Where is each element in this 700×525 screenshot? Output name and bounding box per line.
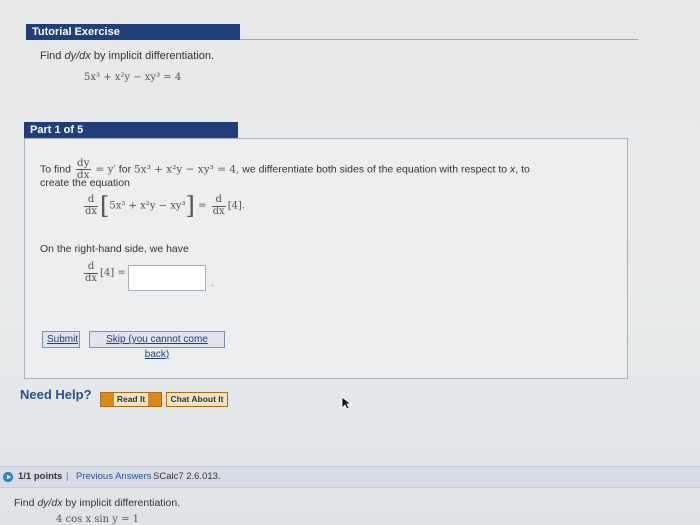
chat-about-it-label: Chat About It (167, 393, 227, 406)
tutorial-exercise-header: Tutorial Exercise (26, 24, 240, 40)
rhs-derivative: d dx [4] = (82, 261, 126, 284)
previous-answers-link[interactable]: Previous Answers (76, 467, 152, 487)
next-problem-suffix: by implicit differentiation. (62, 497, 181, 509)
yprime-equals: = y′ (95, 163, 116, 176)
need-help-label: Need Help? (20, 387, 92, 402)
read-it-label: Read It (113, 393, 149, 406)
rhs-expression: [4] = (100, 267, 126, 279)
separator: | (66, 471, 69, 482)
problem-statement: Find dy/dx by implicit differentiation. (40, 50, 214, 62)
rhs-instruction: On the right-hand side, we have (40, 243, 189, 255)
next-problem-bar: 1/1 points | Previous Answers SCalc7 2.6… (0, 466, 700, 488)
derivative-inner-expression: 5x³ + x²y − xy³ (109, 200, 186, 212)
d-dx-fraction-left: d dx (84, 194, 99, 217)
next-problem-prefix: Find (14, 497, 38, 509)
points-label: 1/1 points (18, 471, 63, 482)
derivative-equals: = (198, 200, 207, 212)
deriv-denominator-left: dx (85, 205, 98, 217)
intro-tail: , to (515, 163, 530, 176)
submit-button[interactable]: Submit (42, 331, 80, 348)
expand-arrow-icon[interactable] (3, 472, 13, 482)
rhs-denominator: dx (85, 272, 98, 284)
derivative-equation: d dx [5x³ + x²y − xy³] = d dx [4]. (82, 194, 245, 218)
d-dx-fraction-right: d dx (211, 194, 226, 217)
next-problem-dydx: dy/dx (37, 497, 63, 509)
deriv-numerator-left: d (84, 194, 99, 207)
part-header: Part 1 of 5 (24, 122, 238, 138)
skip-button[interactable]: Skip (you cannot come back) (89, 331, 225, 360)
intro-prefix: To find (40, 163, 71, 176)
problem-equation: 5x³ + x²y − xy³ = 4 (84, 72, 182, 83)
intro-equation: 5x³ + x²y − xy³ = 4, (133, 163, 240, 176)
chat-about-it-button[interactable]: Chat About It (166, 392, 228, 407)
answer-input[interactable] (128, 265, 206, 291)
read-it-button[interactable]: Read It (100, 392, 162, 407)
problem-dydx: dy/dx (64, 50, 91, 62)
deriv-numerator-right: d (211, 194, 226, 207)
right-bracket: ] (185, 192, 195, 220)
deriv-denominator-right: dx (212, 205, 225, 217)
mouse-pointer-icon (341, 396, 352, 410)
rhs-numerator: d (84, 261, 99, 274)
intro-suffix: we differentiate both sides of the equat… (239, 163, 511, 176)
for-word: for (115, 163, 134, 176)
header-divider (240, 39, 638, 40)
problem-code: SCalc7 2.6.013. (153, 471, 221, 482)
derivative-rhs: [4]. (227, 200, 246, 212)
next-problem-statement: Find dy/dx by implicit differentiation. (14, 497, 180, 509)
problem-prefix: Find (40, 50, 65, 62)
next-problem-equation: 4 cos x sin y = 1 (56, 514, 139, 525)
problem-suffix: by implicit differentiation. (90, 50, 215, 62)
create-equation-text: create the equation (40, 177, 130, 189)
trailing-period: . (211, 278, 214, 289)
d-dx-fraction-rhs: d dx (84, 261, 99, 284)
